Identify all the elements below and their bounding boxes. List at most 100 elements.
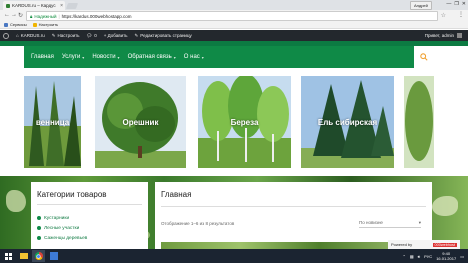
maximize-button[interactable]: ❐ [454,1,458,7]
divider [161,206,426,207]
site-favicon-icon [6,3,10,8]
category-link[interactable]: Лесные участки [37,223,87,233]
site-search-button[interactable] [414,46,434,68]
page-title: Главная [161,190,192,199]
sort-select[interactable]: По новизне ▾ [359,220,421,228]
menu-label: Новости [92,54,116,60]
bookmark-star-icon[interactable]: ☆ [441,12,446,19]
avatar [457,33,462,38]
category-link[interactable]: Кустарники [37,213,87,223]
app-icon [49,252,58,260]
address-bar-row: ← → ↻ 🔒︎ Надежный | https://kardus.000we… [0,10,468,21]
volume-icon[interactable]: 🔊︎ [418,254,421,259]
language-indicator[interactable]: РУС [424,254,432,259]
taskbar-explorer[interactable] [17,250,30,262]
bookmark-customize[interactable]: Настроить [32,22,59,27]
network-icon[interactable]: ▦ [410,254,414,259]
category-label: Лесные участки [44,225,80,231]
category-list: Кустарники Лесные участки Саженцы деревь… [37,213,87,243]
chrome-icon [34,252,43,260]
tree-photo [404,76,434,168]
start-button[interactable] [2,250,15,262]
page-gutter-left [0,46,24,176]
menu-item-news[interactable]: Новости ▾ [92,54,119,60]
chevron-down-icon: ▾ [201,54,204,60]
new-tab-button[interactable] [65,3,79,9]
main-content: Главная Отображение 1–6 из 8 результатов… [155,182,432,249]
wordpress-logo-icon[interactable] [3,32,9,39]
bookmark-services[interactable]: Сервисы [4,22,27,27]
browser-menu-icon[interactable]: ⋮ [458,11,464,18]
slide-caption: Орешник [122,117,159,127]
folder-icon [19,253,28,259]
apps-icon [4,22,8,27]
browser-tab[interactable]: KARDUS.ru – Кардус × [3,1,65,10]
product-thumbnails-strip [161,242,426,249]
minimize-button[interactable]: — [446,1,451,7]
chevron-down-icon: ▾ [173,54,176,60]
slide-tile[interactable] [404,76,434,168]
profile-button[interactable]: Андрей [410,1,432,10]
chevron-down-icon: ▾ [82,54,85,60]
back-icon[interactable]: ← [4,12,10,18]
powered-label: Powered by [391,242,413,247]
system-tray: ⌃ ▦ 🔊︎ РУС 9:40 16.01.2017 ▭ [403,249,465,263]
admin-add-new-link[interactable]: + Добавить [104,33,128,38]
slide-caption: Береза [230,117,259,127]
menu-label: Обратная связь [127,54,172,60]
admin-greeting: Привет, admin [424,33,454,38]
category-label: Кустарники [44,215,70,221]
menu-label: О нас [183,54,200,60]
close-tab-icon[interactable]: × [60,3,63,9]
menu-item-feedback[interactable]: Обратная связь ▾ [128,54,176,60]
bullet-icon [37,236,41,240]
divider [37,204,142,205]
forward-icon[interactable]: → [11,12,17,18]
background-pattern [432,196,458,216]
menu-item-about[interactable]: О нас ▾ [184,54,204,60]
host-badge: 000webhost [432,242,457,247]
admin-site-link[interactable]: ⌂ KARDUS.ru [16,33,45,38]
slide-tile[interactable]: венница [24,76,81,168]
admin-site-label: KARDUS.ru [20,33,45,38]
chevron-down-icon: ▾ [418,220,421,225]
result-count: Отображение 1–6 из 8 результатов [161,221,235,226]
bookmark-label: Настроить [38,22,59,27]
site-main-menu: Главная Услуги ▾ Новости ▾ Обратная связь ▾… [24,46,434,68]
comments-count: 0 [94,33,97,38]
menu-item-services[interactable]: Услуги ▾ [62,54,84,60]
url-separator: | [58,13,60,19]
slide-tile[interactable]: Орешник [95,76,186,168]
background-pattern [6,190,26,212]
sort-value: По новизне [359,220,383,225]
lock-icon: 🔒︎ [30,13,33,19]
admin-edit-page-link[interactable]: ✎ Редактировать страницу [135,33,192,39]
admin-comments-link[interactable]: 💬︎ 0 [87,33,97,39]
category-link[interactable]: Саженцы деревьев [37,233,87,243]
reload-icon[interactable]: ↻ [18,12,23,19]
clock[interactable]: 9:40 16.01.2017 [436,251,456,261]
widget-title: Категории товаров [37,190,107,199]
url-field[interactable]: 🔒︎ Надежный | https://kardus.000webhosta… [26,11,438,21]
menu-label: Главная [31,54,54,60]
close-window-button[interactable]: ✕ [462,1,466,7]
admin-customize-link[interactable]: ✎ Настроить [52,33,80,39]
admin-account[interactable]: Привет, admin [425,33,462,38]
os-taskbar: ⌃ ▦ 🔊︎ РУС 9:40 16.01.2017 ▭ [0,249,468,263]
security-label: Надежный [34,13,57,19]
tab-title: KARDUS.ru – Кардус [12,3,56,8]
slide-tile[interactable]: Ель сибирская [301,76,394,168]
product-categories-widget: Категории товаров Кустарники Лесные учас… [31,182,148,249]
notifications-icon[interactable]: ▭ [460,254,464,259]
browser-tab-strip: KARDUS.ru – Кардус × Андрей — ❐ ✕ [0,0,468,10]
powered-by-badge[interactable]: Powered by 000webhost [388,240,460,249]
tray-chevron-icon[interactable]: ⌃ [403,254,406,259]
taskbar-chrome[interactable] [32,250,45,262]
folder-icon [32,22,37,27]
bullet-icon [37,216,41,220]
admin-customize-label: Настроить [57,33,80,38]
taskbar-app[interactable] [47,250,60,262]
menu-item-home[interactable]: Главная [31,54,54,60]
slide-tile[interactable]: Береза [198,76,291,168]
bookmarks-bar: Сервисы Настроить [0,21,468,29]
